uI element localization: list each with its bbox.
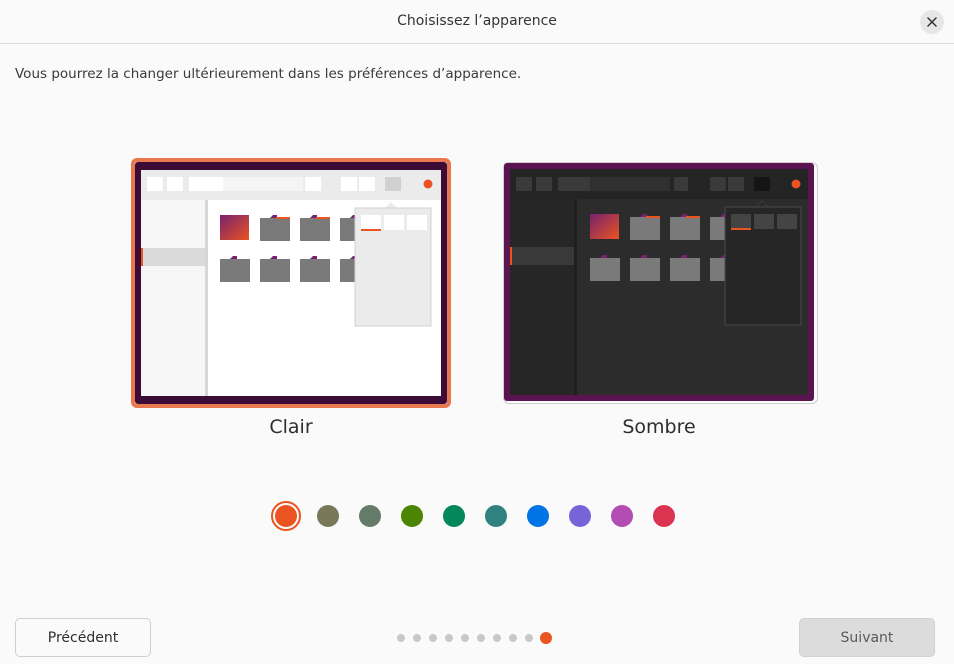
close-button[interactable] [920, 10, 944, 34]
window-title: Choisissez l’apparence [397, 13, 557, 29]
page-dot [429, 634, 437, 642]
page-dot [445, 634, 453, 642]
next-button[interactable]: Suivant [799, 618, 935, 657]
accent-swatch-olive[interactable] [401, 505, 423, 527]
accent-swatch-blue[interactable] [527, 505, 549, 527]
accent-swatch-orange[interactable] [271, 501, 301, 531]
accent-swatch-sage[interactable] [359, 505, 381, 527]
close-icon [927, 17, 937, 27]
theme-label-dark: Sombre [622, 416, 696, 438]
page-dot [461, 634, 469, 642]
page-dot [509, 634, 517, 642]
page-dot [397, 634, 405, 642]
page-dot-active [540, 632, 552, 644]
page-dot [493, 634, 501, 642]
theme-option-light[interactable] [131, 158, 451, 408]
accent-swatch-red[interactable] [653, 505, 675, 527]
page-dot [525, 634, 533, 642]
light-theme-preview [135, 162, 447, 404]
page-dot [477, 634, 485, 642]
accent-swatch-viridian[interactable] [443, 505, 465, 527]
accent-swatch-purple[interactable] [569, 505, 591, 527]
dark-theme-preview [504, 163, 814, 401]
subtitle: Vous pourrez la changer ultérieurement d… [15, 66, 522, 82]
previous-button[interactable]: Précédent [15, 618, 151, 657]
accent-swatch-bark[interactable] [317, 505, 339, 527]
accent-swatch-prussiangreen[interactable] [485, 505, 507, 527]
accent-swatch-magenta[interactable] [611, 505, 633, 527]
theme-option-dark[interactable] [502, 158, 822, 408]
theme-label-light: Clair [269, 416, 313, 438]
page-dot [413, 634, 421, 642]
title-bar: Choisissez l’apparence [0, 0, 954, 44]
